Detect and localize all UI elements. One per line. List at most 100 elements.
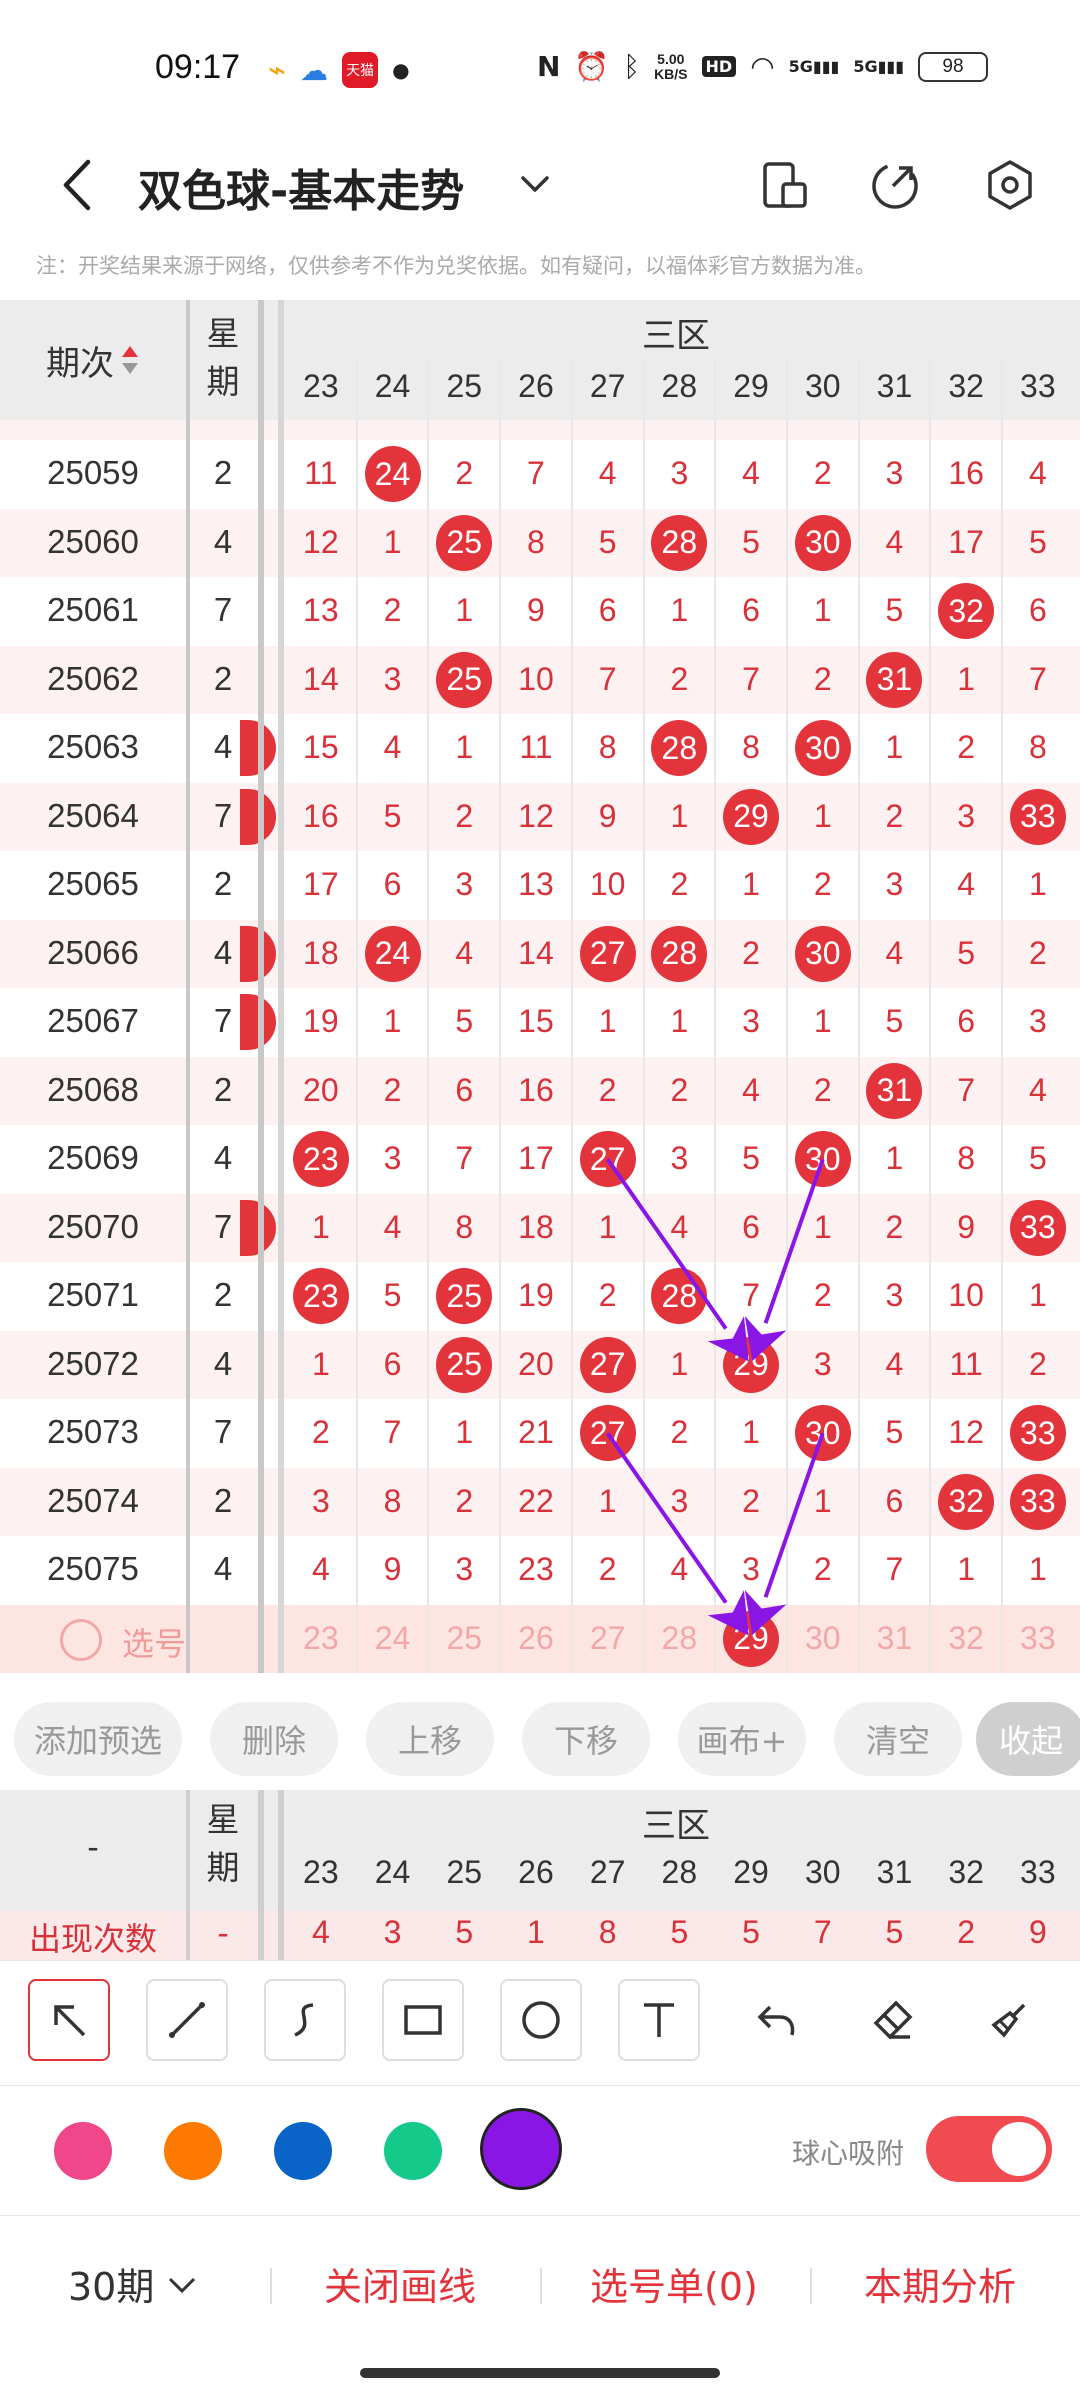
stats-separator [278,1790,284,1960]
clock: 09:17 [155,48,241,86]
status-bar: 09:17 ⌁ ☁ 天猫 ● N ⏰ ᛒ 5.00 KB/S HD ◠ 5G▮▮… [0,0,1080,130]
drawn-arrow-line[interactable] [606,1158,728,1330]
wifi-icon: ◠ [750,50,775,83]
settings-icon[interactable] [980,150,1040,220]
stats-separator [258,1790,264,1960]
stats-week-2: 期 [206,1848,240,1887]
canvas-plus-button[interactable]: 画布+ [678,1702,806,1776]
clear-button[interactable]: 清空 [834,1702,962,1776]
stats-column-header: 33 [1020,1854,1056,1890]
chevron-down-icon [169,2277,196,2293]
stats-separator [186,1790,190,1960]
color-swatch-blue[interactable] [274,2122,332,2180]
appearance-count: 5 [885,1914,904,1950]
home-indicator [360,2368,720,2378]
stats-zone-label: 三区 [642,1806,710,1846]
stats-column-header: 23 [303,1854,339,1890]
drawn-arrow-head [707,1590,749,1636]
stats-column-header: 29 [733,1854,769,1890]
appearance-count: 3 [383,1914,402,1950]
trend-table: 期次 星 期 三区 23 24 25 26 27 28 29 30 31 32 33 25059 2 1… [0,300,1080,1690]
circle-tool[interactable] [500,1979,582,2061]
dot-icon: ● [392,58,410,82]
color-swatch-pink[interactable] [54,2122,112,2180]
line-icon [169,2002,205,2038]
stats-column-header: 32 [948,1854,984,1890]
drawn-arrow-head [707,1316,749,1362]
net-speed: 5.00 KB/S [654,50,688,82]
add-preselect-button[interactable]: 添加预选 [14,1702,182,1776]
stats-week-1: 星 [206,1800,240,1839]
stats-column-header: 30 [804,1854,841,1890]
move-down-button[interactable]: 下移 [522,1702,650,1776]
drawn-arrow-line[interactable] [606,1432,728,1604]
stats-row-label: 出现次数 [28,1920,157,1958]
selection-list-button[interactable]: 选号单(0) [590,2256,758,2311]
stats-corner: - [87,1828,99,1866]
stats-table: - 星 期 三区 23 24 25 26 27 28 29 30 31 32 33 出现次数 - 4… [0,1790,1080,1960]
appearance-count: 8 [598,1914,617,1950]
appearance-count: 1 [527,1914,545,1950]
undo-tool[interactable] [736,1979,818,2061]
broom-icon [991,2003,1026,2038]
app-header: 双色球-基本走势 [0,130,1080,240]
clear-canvas-tool[interactable] [968,1979,1050,2061]
chevron-down-icon[interactable] [515,160,555,210]
appearance-count: 5 [455,1914,474,1950]
toggle-knob [992,2122,1046,2176]
text-tool[interactable] [618,1979,700,2061]
rectangle-tool[interactable] [382,1979,464,2061]
stats-column-header: 26 [518,1854,554,1890]
period-selector[interactable]: 30期 [68,2256,200,2311]
color-picker-row: 球心吸附 [0,2085,1080,2215]
eraser-icon [873,2000,913,2040]
stats-column-header: 28 [661,1854,698,1890]
bottom-bar: 30期 关闭画线 选号单(0) 本期分析 [0,2215,1080,2350]
action-bar: 添加预选 删除 上移 下移 画布+ 清空 收起 [0,1690,1080,1790]
tmall-icon: 天猫 [342,52,379,88]
move-up-button[interactable]: 上移 [366,1702,494,1776]
share-icon[interactable] [865,150,925,220]
undo-icon [757,2005,795,2036]
appearance-count: 5 [742,1914,760,1950]
signal-icon: 5G▮▮▮ [788,57,840,76]
stats-column-header: 31 [876,1854,913,1890]
eraser-tool[interactable] [852,1979,934,2061]
rectangle-icon [404,2005,442,2035]
appearance-count: 7 [813,1914,832,1950]
drawn-arrow-line[interactable] [763,1158,825,1324]
device-rotate-icon[interactable] [755,150,815,220]
snap-to-center-toggle[interactable] [926,2116,1052,2182]
appearance-count: 4 [311,1914,330,1950]
back-arrow-icon[interactable] [50,150,110,220]
stats-column-header: 25 [446,1854,483,1890]
period-analysis-button[interactable]: 本期分析 [864,2256,1016,2311]
close-lines-button[interactable]: 关闭画线 [324,2256,476,2311]
appearance-count: 9 [1028,1914,1047,1950]
stats-column-header: 24 [374,1854,411,1890]
color-swatch-purple-selected[interactable] [480,2108,562,2190]
nfc-icon: N [536,50,561,83]
curve-tool[interactable] [264,1979,346,2061]
battery-icon: 98 [918,51,988,82]
collapse-button[interactable]: 收起 [976,1702,1080,1776]
appearance-count: 5 [670,1914,689,1950]
drawn-arrow-line[interactable] [763,1432,825,1598]
color-swatch-orange[interactable] [164,2122,222,2180]
app-notification-icon: ⌁ [268,52,287,88]
circle-icon [522,2001,560,2039]
disclaimer-notice: 注：开奖结果来源于网络，仅供参考不作为兑奖依据。如有疑问，以福体彩官方数据为准。 [36,254,876,278]
signal-icon-2: 5G▮▮▮ [853,57,904,76]
appearance-count: 2 [957,1914,976,1950]
color-swatch-green[interactable] [384,2122,442,2180]
period-label: 30期 [68,2265,155,2309]
stats-column-header: 27 [589,1854,626,1890]
select-arrow-tool[interactable] [28,1979,110,2061]
cloud-icon: ☁ [300,53,329,87]
page-title[interactable]: 双色球-基本走势 [138,155,464,219]
line-tool[interactable] [146,1979,228,2061]
delete-button[interactable]: 删除 [210,1702,338,1776]
text-icon [644,2003,674,2037]
drawn-arrows-layer [606,1158,825,1636]
alarm-icon: ⏰ [574,50,610,83]
